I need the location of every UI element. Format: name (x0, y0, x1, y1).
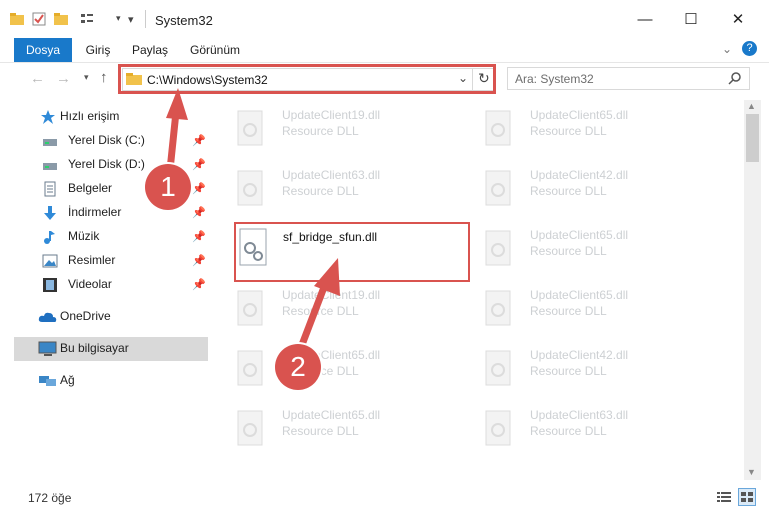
arrow-one-head (166, 88, 188, 120)
arrow-two-shaft (296, 280, 330, 352)
arrow-two-head (314, 258, 340, 296)
annotation-arrows (166, 88, 340, 352)
step-marker-1: 1 (145, 164, 191, 210)
arrow-one-shaft (166, 111, 180, 171)
step-marker-2: 2 (275, 344, 321, 390)
